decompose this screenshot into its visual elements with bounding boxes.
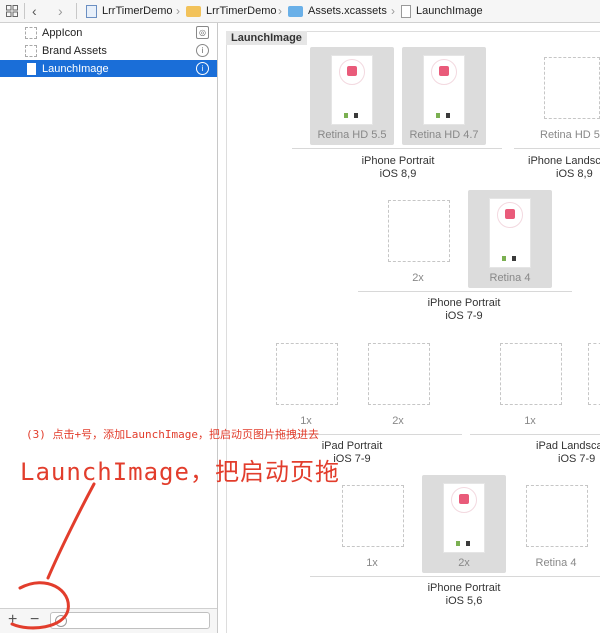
slot-label: 2x xyxy=(392,415,404,427)
forward-arrow-icon[interactable]: › xyxy=(58,0,63,22)
group-label-iphone-portrait-ios7: iPhone Portrait iOS 7-9 xyxy=(427,297,501,322)
image-slot[interactable]: Retina 4 xyxy=(518,475,594,573)
group-label-ipad-landscape: iPad Landsca iOS 7-9 xyxy=(536,440,600,465)
breadcrumb-project[interactable]: LrrTimerDemo xyxy=(86,0,173,22)
image-slot[interactable]: 2x xyxy=(380,190,456,288)
slot-label: 2x xyxy=(458,557,470,569)
annotation-arrow-circle-icon xyxy=(10,482,96,630)
breadcrumb-chevron-icon: › xyxy=(391,4,395,18)
image-slot[interactable]: Retina HD 4.7 xyxy=(402,47,486,145)
group-divider xyxy=(514,148,600,149)
toolbar-divider xyxy=(24,3,25,19)
app-logo-icon xyxy=(459,494,469,504)
footer-icon xyxy=(502,256,518,261)
toolbar-divider xyxy=(76,3,77,19)
slot-label: Retina HD 4.7 xyxy=(409,129,479,141)
slot-label: Retina 4 xyxy=(535,557,577,569)
group-divider xyxy=(358,291,572,292)
launch-image-asset-icon xyxy=(27,62,36,75)
app-logo-icon xyxy=(505,209,515,219)
empty-slot-placeholder xyxy=(544,57,600,119)
app-logo-icon xyxy=(347,66,357,76)
image-slot[interactable]: 2x xyxy=(422,475,506,573)
appicon-asset-icon xyxy=(25,26,37,39)
sidebar-item-label: Brand Assets xyxy=(42,44,107,57)
empty-slot-placeholder xyxy=(276,343,338,405)
image-slot[interactable]: Retina 4 xyxy=(468,190,552,288)
slot-label: 2x xyxy=(412,272,424,284)
slot-label: Retina HD 5.5 xyxy=(317,129,387,141)
image-slot[interactable]: Retina HD 5 xyxy=(536,47,600,145)
breadcrumb-catalog[interactable]: Assets.xcassets xyxy=(288,0,387,22)
folder-icon xyxy=(186,5,201,17)
image-slot[interactable]: 1x xyxy=(492,333,568,431)
breadcrumb-chevron-icon: › xyxy=(278,4,282,18)
empty-slot-placeholder xyxy=(526,485,588,547)
group-divider xyxy=(292,148,502,149)
sidebar-item-appicon[interactable]: AppIcon ◎ xyxy=(0,24,217,41)
breadcrumb-group[interactable]: LrrTimerDemo xyxy=(186,0,277,22)
empty-slot-placeholder xyxy=(368,343,430,405)
image-slot[interactable]: 2x xyxy=(360,333,436,431)
image-slot[interactable]: 1x xyxy=(334,475,410,573)
group-divider xyxy=(470,434,600,435)
annotation-instruction: (3) 点击+号，添加LaunchImage，把启动页图片拖拽进去 xyxy=(26,428,319,441)
sidebar-item-launchimage[interactable]: LaunchImage i xyxy=(0,60,217,77)
launch-image-thumbnail xyxy=(443,483,485,553)
slot-label: 1x xyxy=(366,557,378,569)
slot-label: 1x xyxy=(524,415,536,427)
image-slot[interactable]: 1x xyxy=(580,333,600,431)
empty-slot-placeholder xyxy=(342,485,404,547)
footer-icon xyxy=(436,113,452,118)
image-slot[interactable]: 1x xyxy=(268,333,344,431)
app-logo-icon xyxy=(439,66,449,76)
footer-icon xyxy=(344,113,360,118)
project-icon xyxy=(86,4,97,18)
image-set-title: LaunchImage xyxy=(226,31,307,45)
group-label-iphone-portrait: iPhone Portrait iOS 8,9 xyxy=(361,155,435,180)
breadcrumb-chevron-icon: › xyxy=(176,4,180,18)
info-icon: i xyxy=(196,62,209,75)
group-label-iphone-landscape: iPhone Landsc iOS 8,9 xyxy=(528,155,600,180)
jump-bar: ‹ › LrrTimerDemo › LrrTimerDemo › Assets… xyxy=(0,0,600,23)
breadcrumb-asset[interactable]: LaunchImage xyxy=(401,0,483,22)
empty-slot-placeholder xyxy=(388,200,450,262)
launch-image-thumbnail xyxy=(331,55,373,125)
empty-slot-placeholder xyxy=(588,343,600,405)
launch-image-thumbnail xyxy=(423,55,465,125)
app-icon-badge-icon: ◎ xyxy=(196,26,209,39)
slot-label: Retina 4 xyxy=(489,272,531,284)
asset-editor: LaunchImage Retina HD 5.5 Retina HD 4.7 … xyxy=(218,23,600,633)
image-slot[interactable]: Retina HD 5.5 xyxy=(310,47,394,145)
sidebar-item-label: LaunchImage xyxy=(42,62,109,75)
grid-icon[interactable] xyxy=(6,0,20,22)
group-label-iphone-portrait-ios5: iPhone Portrait iOS 5,6 xyxy=(427,582,501,607)
brand-assets-icon xyxy=(25,44,37,57)
slot-label: Retina HD 5 xyxy=(540,129,600,141)
sidebar-item-brand-assets[interactable]: Brand Assets i xyxy=(0,42,217,59)
footer-icon xyxy=(456,541,472,546)
file-icon xyxy=(401,4,411,18)
sidebar-item-label: AppIcon xyxy=(42,26,83,39)
group-divider xyxy=(310,576,600,577)
launch-image-thumbnail xyxy=(489,198,531,268)
info-icon: i xyxy=(196,44,209,57)
back-arrow-icon[interactable]: ‹ xyxy=(32,0,37,22)
asset-catalog-icon xyxy=(288,5,303,17)
empty-slot-placeholder xyxy=(500,343,562,405)
